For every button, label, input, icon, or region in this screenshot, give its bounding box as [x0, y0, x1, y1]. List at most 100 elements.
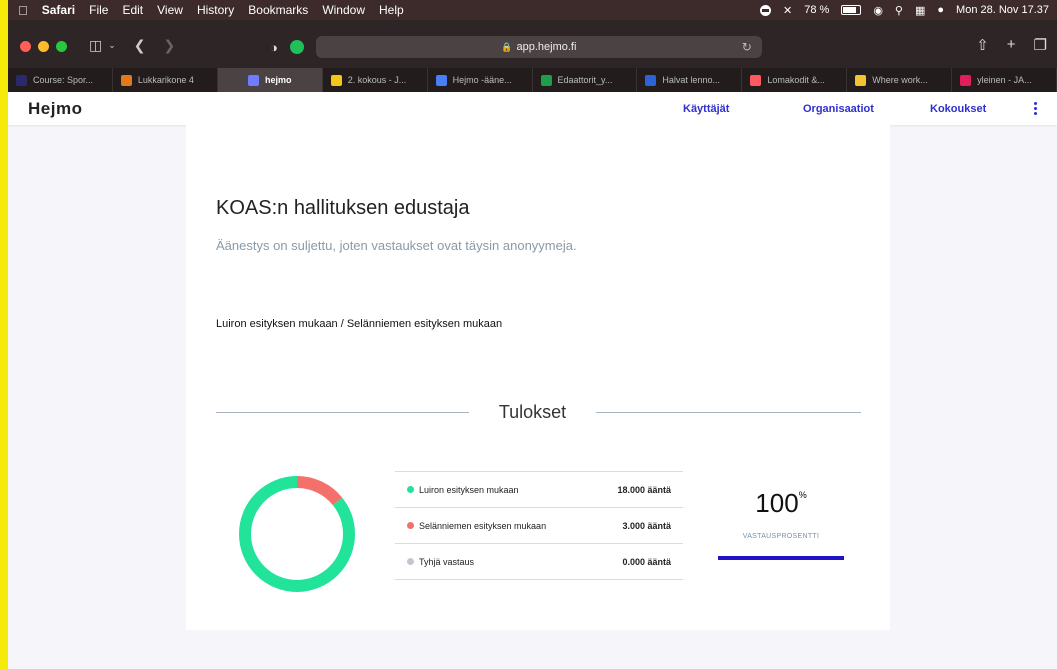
back-icon[interactable]: ❮: [134, 37, 146, 54]
tab-edaattorit[interactable]: Edaattorit_y...: [533, 68, 638, 92]
do-not-disturb-icon[interactable]: [760, 4, 772, 16]
nav-users[interactable]: Käyttäjät: [683, 92, 729, 125]
tab-label: Edaattorit_y...: [557, 75, 613, 85]
menu-file[interactable]: File: [89, 3, 108, 17]
tab-favicon: [120, 74, 132, 86]
tab-lomakodit[interactable]: Lomakodit &...: [742, 68, 848, 92]
tab-favicon: [750, 74, 762, 86]
battery-icon[interactable]: [841, 5, 862, 15]
new-tab-icon[interactable]: +: [1007, 36, 1016, 54]
option-label: Tyhjä vastaus: [419, 556, 475, 567]
forward-icon[interactable]: ❯: [164, 37, 176, 54]
tab-halvat-lennot[interactable]: Halvat lenno...: [637, 68, 743, 92]
minimize-window-button[interactable]: [38, 41, 49, 52]
extension-icon[interactable]: [289, 40, 304, 54]
poll-subtitle: Äänestys on suljettu, joten vastaukset o…: [216, 238, 577, 253]
legend-row: Luiron esityksen mukaan 18.000 ääntä: [395, 472, 683, 508]
tab-kokous[interactable]: 2. kokous - J...: [323, 68, 428, 92]
app-header: Hejmo Käyttäjät Organisaatiot Kokoukset: [8, 92, 1057, 125]
tab-label: Course: Spor...: [33, 75, 94, 85]
tab-label: Halvat lenno...: [662, 75, 720, 85]
tab-course[interactable]: Course: Spor...: [8, 68, 113, 92]
search-icon[interactable]: ⚲: [895, 4, 903, 17]
wifi-icon[interactable]: ◉: [873, 4, 883, 17]
mac-menubar:  Safari File Edit View History Bookmark…: [8, 0, 1057, 20]
tab-favicon: [435, 74, 447, 86]
tab-lukkarikone[interactable]: Lukkarikone 4: [113, 68, 218, 92]
privacy-shield-icon[interactable]: ◑: [270, 40, 278, 55]
response-rate-bar: [718, 556, 844, 560]
option-label: Selänniemen esityksen mukaan: [419, 520, 547, 531]
screen-frame: [0, 0, 8, 669]
chevron-down-icon[interactable]: ⌄: [108, 37, 116, 54]
menu-help[interactable]: Help: [379, 3, 404, 17]
menu-window[interactable]: Window: [322, 3, 365, 17]
tab-hejmo-aane[interactable]: Hejmo -ääne...: [428, 68, 533, 92]
nav-meetings[interactable]: Kokoukset: [930, 92, 986, 125]
response-rate-bar-fill: [718, 556, 844, 560]
sidebar-icon[interactable]: ◫: [89, 37, 102, 54]
legend-dot: [407, 486, 414, 493]
tab-label: 2. kokous - J...: [347, 75, 407, 85]
window-controls: [8, 20, 67, 52]
legend-row: Selänniemen esityksen mukaan 3.000 ääntä: [395, 508, 683, 544]
divider: [596, 412, 861, 413]
share-icon[interactable]: ⇧: [976, 36, 989, 54]
legend-dot: [407, 522, 414, 529]
tab-hejmo[interactable]: hejmo: [217, 68, 323, 92]
poll-card: KOAS:n hallituksen edustaja Äänestys on …: [186, 125, 890, 630]
response-rate: 100%: [718, 488, 844, 519]
tab-overview-icon[interactable]: ❐: [1034, 36, 1047, 54]
results-donut-chart: [239, 476, 355, 592]
tab-label: hejmo: [265, 75, 292, 85]
poll-title: KOAS:n hallituksen edustaja: [216, 197, 470, 219]
reload-icon[interactable]: ↻: [742, 40, 752, 54]
control-center-icon[interactable]: ▦: [915, 4, 925, 17]
bluetooth-off-icon[interactable]: ✕: [783, 4, 792, 17]
response-rate-unit: %: [798, 490, 807, 500]
tab-favicon: [960, 74, 972, 86]
tab-favicon: [855, 74, 867, 86]
tab-where-work[interactable]: Where work...: [847, 68, 953, 92]
siri-icon[interactable]: ●: [937, 4, 944, 16]
tab-favicon: [540, 74, 552, 86]
menu-app-name[interactable]: Safari: [42, 3, 75, 17]
apple-icon[interactable]: : [18, 3, 28, 18]
menu-history[interactable]: History: [197, 3, 234, 17]
option-votes: 3.000 ääntä: [622, 520, 671, 531]
option-label: Luiron esityksen mukaan: [419, 484, 519, 495]
zoom-window-button[interactable]: [56, 41, 67, 52]
menu-view[interactable]: View: [157, 3, 183, 17]
close-window-button[interactable]: [20, 41, 31, 52]
response-rate-value: 100: [755, 488, 799, 518]
option-votes: 0.000 ääntä: [622, 556, 671, 567]
option-votes: 18.000 ääntä: [617, 484, 671, 495]
tab-label: Where work...: [872, 75, 928, 85]
response-rate-label: VASTAUSPROSENTTI: [742, 533, 820, 540]
results-legend: Luiron esityksen mukaan 18.000 ääntä Sel…: [395, 471, 683, 580]
menu-bookmarks[interactable]: Bookmarks: [248, 3, 308, 17]
legend-dot: [407, 558, 414, 565]
poll-question: Luiron esityksen mukaan / Selänniemen es…: [216, 318, 503, 330]
tab-favicon: [16, 74, 27, 86]
tab-label: yleinen - JA...: [977, 75, 1032, 85]
divider: [216, 412, 469, 413]
nav-organizations[interactable]: Organisaatiot: [803, 92, 874, 125]
app-logo[interactable]: Hejmo: [8, 99, 82, 119]
lock-icon: 🔒: [501, 41, 513, 52]
tab-favicon: [645, 74, 657, 86]
tab-label: Hejmo -ääne...: [452, 75, 512, 85]
legend-row: Tyhjä vastaus 0.000 ääntä: [395, 544, 683, 580]
more-menu-icon[interactable]: [1034, 102, 1037, 115]
tab-label: Lomakodit &...: [767, 75, 825, 85]
address-bar[interactable]: 🔒 app.hejmo.fi ↻: [315, 36, 762, 58]
menu-edit[interactable]: Edit: [122, 3, 143, 17]
tab-yleinen[interactable]: yleinen - JA...: [952, 68, 1057, 92]
tab-label: Lukkarikone 4: [137, 75, 194, 85]
tab-favicon: [330, 74, 342, 86]
url-text: app.hejmo.fi: [516, 41, 577, 53]
tab-bar: Course: Spor... Lukkarikone 4 hejmo 2. k…: [8, 68, 1057, 92]
results-title: Tulokset: [498, 402, 567, 422]
battery-percent[interactable]: 78 %: [804, 4, 829, 16]
clock[interactable]: Mon 28. Nov 17.37: [956, 4, 1049, 16]
